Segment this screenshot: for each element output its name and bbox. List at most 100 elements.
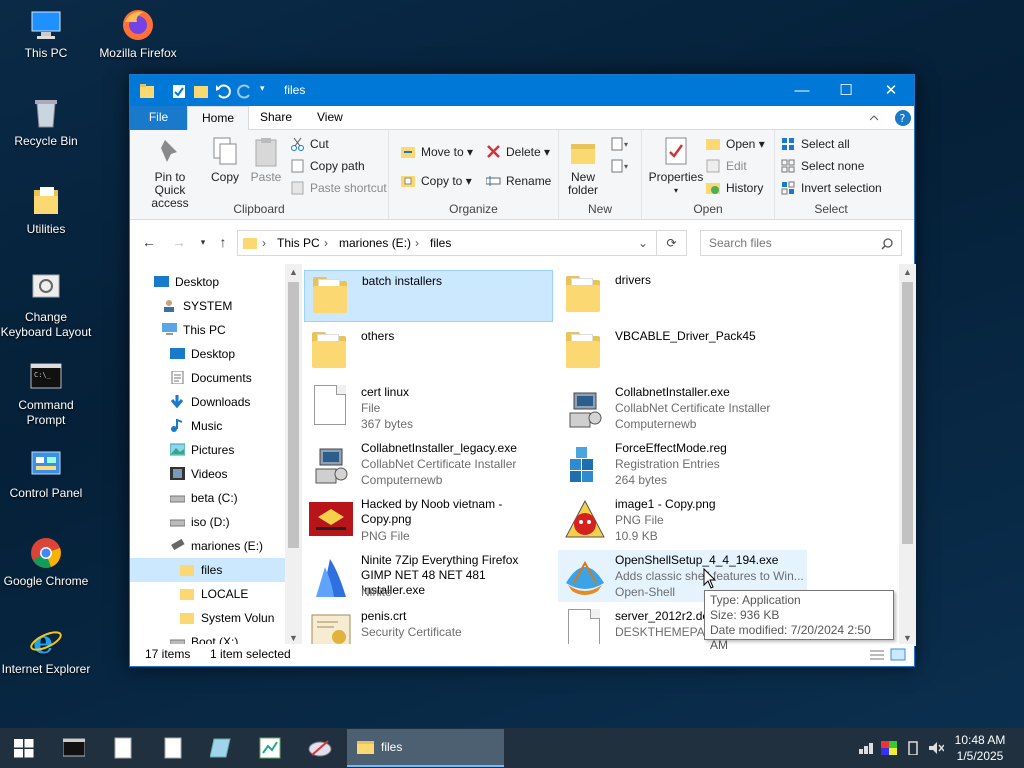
nav-item-system-volume[interactable]: System Volun [180,606,284,630]
document-icon[interactable] [114,737,132,759]
system-clock[interactable]: 10:48 AM 1/5/2025 [950,732,1010,764]
tab-share[interactable]: Share [246,106,306,130]
copy-path-button[interactable]: Copy path [290,156,365,176]
nav-item-system[interactable]: SYSTEM [162,294,284,318]
move-to-button[interactable]: Move to ▾ [401,142,473,162]
file-item[interactable]: Ninite 7Zip Everything Firefox GIMP NET … [304,550,553,602]
copy-button[interactable]: Copy [206,136,244,184]
scroll-thumb[interactable] [288,282,299,548]
cut-button[interactable]: Cut [290,134,329,154]
file-item[interactable]: VBCABLE_Driver_Pack45 [558,326,807,378]
desktop-icon-firefox[interactable]: Mozilla Firefox [92,8,184,61]
document-icon[interactable] [164,737,182,759]
nav-item-music[interactable]: Music [170,414,284,438]
desktop-icon-utilities[interactable]: Utilities [0,184,92,237]
scroll-up-arrow[interactable]: ▲ [899,264,916,280]
file-item[interactable]: others [304,326,553,378]
close-button[interactable]: ✕ [868,75,914,106]
volume-muted-icon[interactable] [928,741,944,755]
nav-item-files[interactable]: files [130,558,285,582]
file-item[interactable]: CollabnetInstaller.exe CollabNet Certifi… [558,382,807,434]
select-all-button[interactable]: Select all [781,134,850,154]
file-item[interactable]: drivers [558,270,807,322]
nav-item-this-pc[interactable]: This PC [162,318,284,342]
open-button[interactable]: Open ▾ [706,134,765,154]
notebook-icon[interactable] [210,737,232,759]
scroll-thumb[interactable] [902,282,913,544]
properties-button[interactable]: Properties ▾ [646,136,706,197]
desktop-icon-internet-explorer[interactable]: e Internet Explorer [0,623,92,677]
easy-access-icon[interactable]: ▾ [610,158,634,176]
new-folder-button[interactable]: New folder [563,136,603,197]
windows-start-icon[interactable] [14,739,34,758]
help-icon[interactable]: ? [894,109,912,127]
tab-file[interactable]: File [130,106,187,130]
paste-shortcut-button[interactable]: Paste shortcut [290,178,387,198]
history-button[interactable]: History [706,178,763,198]
breadcrumb-this-pc[interactable]: This PC [277,236,320,250]
file-item[interactable]: ForceEffectMode.reg Registration Entries… [558,438,807,490]
file-item[interactable]: Hacked by Noob vietnam - Copy.png PNG Fi… [304,494,553,546]
content-scrollbar[interactable]: ▲ ▼ [899,264,916,646]
address-dropdown[interactable]: ⌄ [638,236,648,250]
scroll-up-arrow[interactable]: ▲ [285,264,302,280]
new-folder-icon[interactable] [194,83,208,99]
chevron-up-icon[interactable] [868,112,880,124]
back-button[interactable]: ← [139,232,159,252]
file-item[interactable]: CollabnetInstaller_legacy.exe CollabNet … [304,438,553,490]
desktop-icon-chrome[interactable]: Google Chrome [0,536,92,589]
large-icons-view-icon[interactable] [890,648,906,661]
maximize-button[interactable]: ☐ [823,75,869,106]
forward-button[interactable]: → [169,232,189,252]
desktop-icon-recycle-bin[interactable]: Recycle Bin [0,96,92,149]
color-display-icon[interactable] [881,741,897,755]
recent-locations-button[interactable]: ▾ [193,232,213,252]
properties-icon[interactable] [172,83,186,99]
nav-item-downloads[interactable]: Downloads [170,390,284,414]
nav-item-pictures[interactable]: Pictures [170,438,284,462]
desktop-icon-keyboard-layout[interactable]: Change Keyboard Layout [0,272,92,340]
edit-button[interactable]: Edit [706,156,747,176]
desktop-icon-this-pc[interactable]: This PC [0,8,92,61]
terminal-icon[interactable] [63,738,85,758]
invert-selection-button[interactable]: Invert selection [781,178,882,198]
redo-icon[interactable] [237,83,253,99]
nav-item-videos[interactable]: Videos [170,462,284,486]
nav-item-desktop[interactable]: Desktop [170,342,284,366]
desktop-icon-control-panel[interactable]: Control Panel [0,448,92,501]
file-item[interactable]: image1 - Copy.png PNG File 10.9 KB [558,494,807,546]
pin-quick-access-button[interactable]: Pin to Quick access [136,136,204,210]
refresh-button[interactable]: ⟳ [657,230,687,256]
up-button[interactable]: ↑ [213,232,233,252]
taskbar-explorer-files[interactable]: files [347,729,504,767]
search-input[interactable]: Search files [700,230,902,256]
nav-item-documents[interactable]: Documents [170,366,284,390]
drawing-app-icon[interactable] [308,737,332,759]
tab-view[interactable]: View [303,106,357,130]
nav-item-drive-d[interactable]: iso (D:) [170,510,284,534]
title-bar[interactable]: ▾ files — ☐ ✕ [130,75,914,106]
breadcrumb-files[interactable]: files [430,236,451,250]
nav-item-desktop-root[interactable]: Desktop [154,270,284,294]
delete-button[interactable]: Delete ▾ [486,142,550,162]
quick-access-dropdown[interactable]: ▾ [260,83,265,99]
file-item[interactable]: cert linux File 367 bytes [304,382,553,434]
spreadsheet-icon[interactable] [259,737,281,759]
undo-icon[interactable] [215,83,231,99]
nav-item-drive-e[interactable]: mariones (E:) [170,534,284,558]
breadcrumb-drive[interactable]: mariones (E:) [339,236,411,250]
file-item[interactable]: penis.crt Security Certificate [304,606,553,646]
paste-button[interactable]: Paste [247,136,285,184]
file-item[interactable]: batch installers [304,270,553,322]
copy-to-button[interactable]: Copy to ▾ [401,171,472,191]
usb-device-icon[interactable] [907,741,923,755]
network-icon[interactable] [858,741,874,755]
tab-home[interactable]: Home [187,106,250,131]
rename-button[interactable]: Rename [486,171,551,191]
minimize-button[interactable]: — [779,75,825,106]
desktop-icon-command-prompt[interactable]: C:\_ Command Prompt [0,360,92,428]
address-bar[interactable]: › This PC › mariones (E:) › files ⌄ [237,230,657,256]
navpane-scrollbar[interactable]: ▲ ▼ [285,264,302,646]
select-none-button[interactable]: Select none [781,156,864,176]
new-item-icon[interactable]: ▾ [610,136,634,154]
